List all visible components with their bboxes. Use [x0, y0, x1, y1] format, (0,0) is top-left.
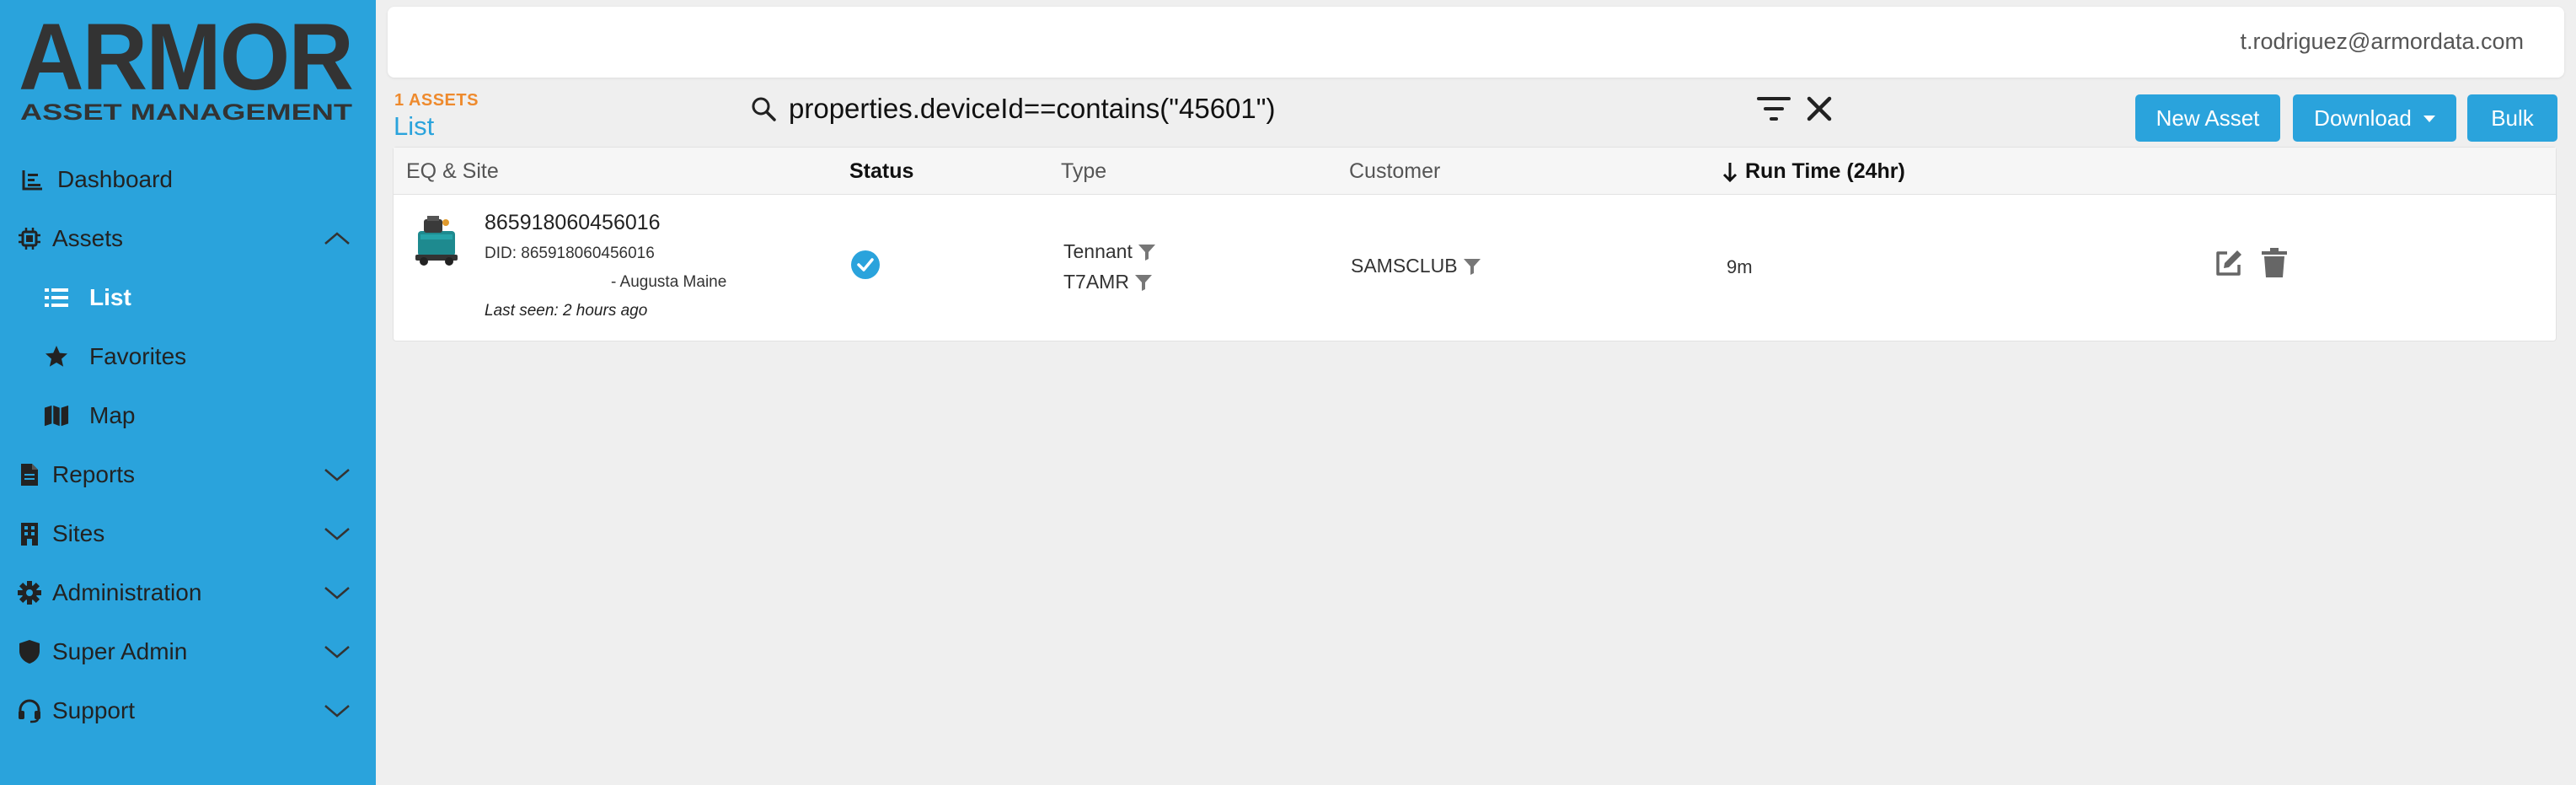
building-icon: [17, 521, 42, 546]
filter-icon[interactable]: [1134, 273, 1153, 292]
sidebar: ARMOR ASSET MANAGEMENT Dashboard Assets …: [0, 0, 376, 785]
column-eq-site[interactable]: EQ & Site: [406, 159, 499, 184]
sidebar-item-map[interactable]: Map: [0, 386, 376, 445]
file-icon: [17, 462, 42, 487]
table-row[interactable]: 865918060456016 DID: 865918060456016 - A…: [394, 196, 2556, 341]
sidebar-item-label: Favorites: [89, 343, 187, 369]
sidebar-nav: Dashboard Assets List Favorites Map Repo…: [0, 150, 376, 740]
armor-logo[interactable]: ARMOR ASSET MANAGEMENT: [19, 4, 356, 125]
column-run-time[interactable]: Run Time (24hr): [1722, 159, 1905, 184]
asset-name[interactable]: 865918060456016: [485, 211, 661, 235]
sidebar-item-administration[interactable]: Administration: [0, 563, 376, 622]
search-input[interactable]: [789, 93, 1716, 125]
asset-site: - Augusta Maine: [611, 273, 727, 291]
column-run-time-label: Run Time (24hr): [1745, 159, 1905, 183]
sidebar-item-sites[interactable]: Sites: [0, 504, 376, 563]
status-check-icon: [851, 250, 880, 279]
asset-last-seen: Last seen: 2 hours ago: [485, 302, 648, 320]
bulk-label: Bulk: [2491, 105, 2534, 131]
sidebar-item-dashboard[interactable]: Dashboard: [0, 150, 376, 209]
sidebar-item-label: List: [89, 284, 131, 310]
trash-icon[interactable]: [2262, 248, 2287, 278]
map-icon: [44, 403, 69, 428]
sidebar-item-support[interactable]: Support: [0, 681, 376, 740]
sidebar-item-label: Sites: [52, 520, 105, 546]
column-customer[interactable]: Customer: [1349, 159, 1440, 184]
gear-icon: [17, 580, 42, 605]
assets-count: 1 ASSETS: [394, 91, 479, 110]
sidebar-item-label: Assets: [52, 225, 124, 251]
chip-icon: [17, 226, 42, 251]
asset-make-label: Tennant: [1063, 240, 1133, 262]
sidebar-item-label: Super Admin: [52, 638, 188, 664]
arrow-down-icon: [1722, 162, 1738, 182]
sidebar-item-assets[interactable]: Assets: [0, 209, 376, 268]
list-icon: [44, 285, 69, 310]
asset-thumbnail: [415, 216, 458, 266]
sidebar-item-label: Administration: [52, 579, 202, 605]
new-asset-label: New Asset: [2156, 105, 2260, 131]
sidebar-item-label: Map: [89, 402, 136, 428]
star-icon: [44, 344, 69, 369]
edit-icon[interactable]: [2214, 248, 2244, 278]
chevron-up-icon[interactable]: [322, 229, 352, 249]
download-label: Download: [2314, 105, 2412, 131]
sidebar-item-reports[interactable]: Reports: [0, 445, 376, 504]
chart-line-icon: [20, 167, 46, 192]
column-type[interactable]: Type: [1061, 159, 1106, 184]
filter-icon[interactable]: [1463, 257, 1481, 276]
download-button[interactable]: Download: [2293, 94, 2456, 142]
headset-icon: [17, 698, 42, 723]
sidebar-item-label: Support: [52, 697, 136, 723]
sidebar-item-list[interactable]: List: [0, 268, 376, 327]
caret-down-icon: [2423, 116, 2435, 122]
chevron-down-icon[interactable]: [322, 465, 352, 485]
asset-customer-label: SAMSCLUB: [1351, 255, 1458, 277]
top-bar: t.rodriguez@armordata.com: [388, 7, 2564, 78]
filter-lines-icon[interactable]: [1757, 94, 1791, 125]
shield-icon: [17, 639, 42, 664]
sidebar-item-super-admin[interactable]: Super Admin: [0, 622, 376, 681]
chevron-down-icon[interactable]: [322, 524, 352, 544]
sidebar-item-favorites[interactable]: Favorites: [0, 327, 376, 386]
logo-mark: ARMOR ASSET MANAGEMENT: [19, 4, 354, 125]
sidebar-item-label: Dashboard: [57, 166, 173, 192]
search-icon: [752, 97, 776, 121]
table-header: EQ & Site Status Type Customer Run Time …: [394, 148, 2556, 195]
asset-customer: SAMSCLUB: [1351, 255, 1481, 277]
assets-table: EQ & Site Status Type Customer Run Time …: [393, 147, 2557, 341]
asset-make: Tennant: [1063, 240, 1156, 263]
logo-wordmark: ARMOR: [19, 15, 352, 110]
chevron-down-icon[interactable]: [322, 583, 352, 603]
new-asset-button[interactable]: New Asset: [2135, 94, 2280, 142]
filter-icon[interactable]: [1138, 243, 1156, 261]
chevron-down-icon[interactable]: [322, 701, 352, 721]
user-email[interactable]: t.rodriguez@armordata.com: [2240, 29, 2524, 55]
sidebar-item-label: Reports: [52, 461, 136, 487]
asset-run-time: 9m: [1727, 256, 1753, 277]
asset-model-label: T7AMR: [1063, 271, 1129, 293]
logo-subtitle: ASSET MANAGEMENT: [20, 99, 353, 125]
page-title: List: [394, 111, 435, 141]
asset-model: T7AMR: [1063, 271, 1153, 293]
column-status[interactable]: Status: [849, 159, 913, 184]
chevron-down-icon[interactable]: [322, 642, 352, 662]
asset-device-id: DID: 865918060456016: [485, 245, 655, 262]
close-icon[interactable]: [1805, 94, 1834, 123]
bulk-button[interactable]: Bulk: [2467, 94, 2557, 142]
